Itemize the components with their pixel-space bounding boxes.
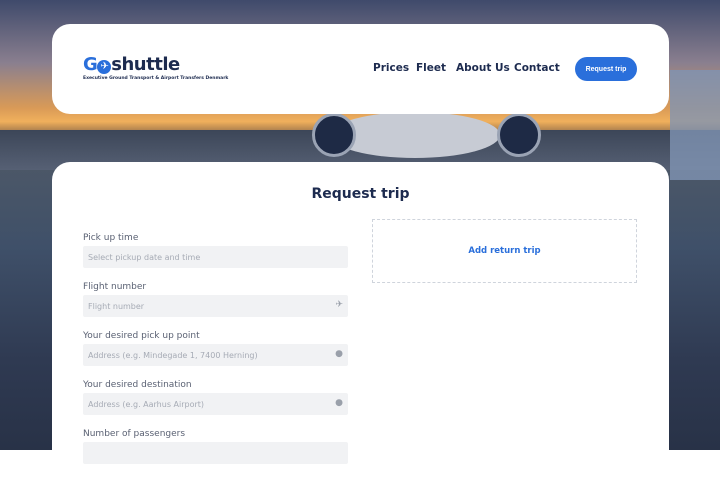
plane-icon: ✈: [335, 300, 343, 310]
nav-contact[interactable]: Contact: [514, 62, 560, 74]
nav-fleet[interactable]: Fleet: [416, 62, 446, 74]
flight-number-placeholder: Flight number: [88, 301, 145, 311]
passengers-input[interactable]: [83, 442, 348, 464]
location-pin-icon: ●: [335, 398, 343, 408]
location-pin-icon: ●: [335, 349, 343, 359]
form-title: Request trip: [311, 186, 410, 202]
flight-number-label: Flight number: [83, 282, 147, 292]
jetway-image: [670, 70, 720, 180]
pickup-time-label: Pick up time: [83, 233, 139, 243]
airplane-engine-left: [312, 113, 356, 157]
destination-input[interactable]: Address (e.g. Aarhus Airport) ●: [83, 393, 348, 415]
nav-about-us[interactable]: About Us: [456, 62, 510, 74]
site-header: G ✈ shuttle Executive Ground Transport & A…: [52, 24, 669, 114]
plane-logo-icon: ✈: [97, 60, 112, 74]
request-trip-form: Request trip Pick up time Select pickup …: [52, 162, 669, 482]
logo[interactable]: G ✈ shuttle Executive Ground Transport & A…: [83, 54, 228, 81]
add-return-trip-button[interactable]: Add return trip: [372, 219, 637, 283]
logo-tagline: Executive Ground Transport & Airport Tra…: [83, 76, 229, 81]
passengers-label: Number of passengers: [83, 429, 186, 439]
pickup-point-placeholder: Address (e.g. Mindegade 1, 7400 Herning): [88, 350, 258, 360]
logo-shuttle-text: shuttle: [111, 54, 180, 75]
airplane-engine-right: [497, 113, 541, 157]
destination-placeholder: Address (e.g. Aarhus Airport): [88, 399, 205, 409]
logo-go-text: G: [83, 54, 98, 75]
pickup-time-placeholder: Select pickup date and time: [88, 252, 201, 262]
pickup-point-input[interactable]: Address (e.g. Mindegade 1, 7400 Herning)…: [83, 344, 348, 366]
flight-number-input[interactable]: Flight number ✈: [83, 295, 348, 317]
add-return-trip-label: Add return trip: [468, 246, 541, 256]
nav-prices[interactable]: Prices: [373, 62, 409, 74]
request-trip-button[interactable]: Request trip: [575, 57, 637, 81]
pickup-time-input[interactable]: Select pickup date and time: [83, 246, 348, 268]
destination-label: Your desired destination: [83, 380, 192, 390]
pickup-point-label: Your desired pick up point: [83, 331, 200, 341]
